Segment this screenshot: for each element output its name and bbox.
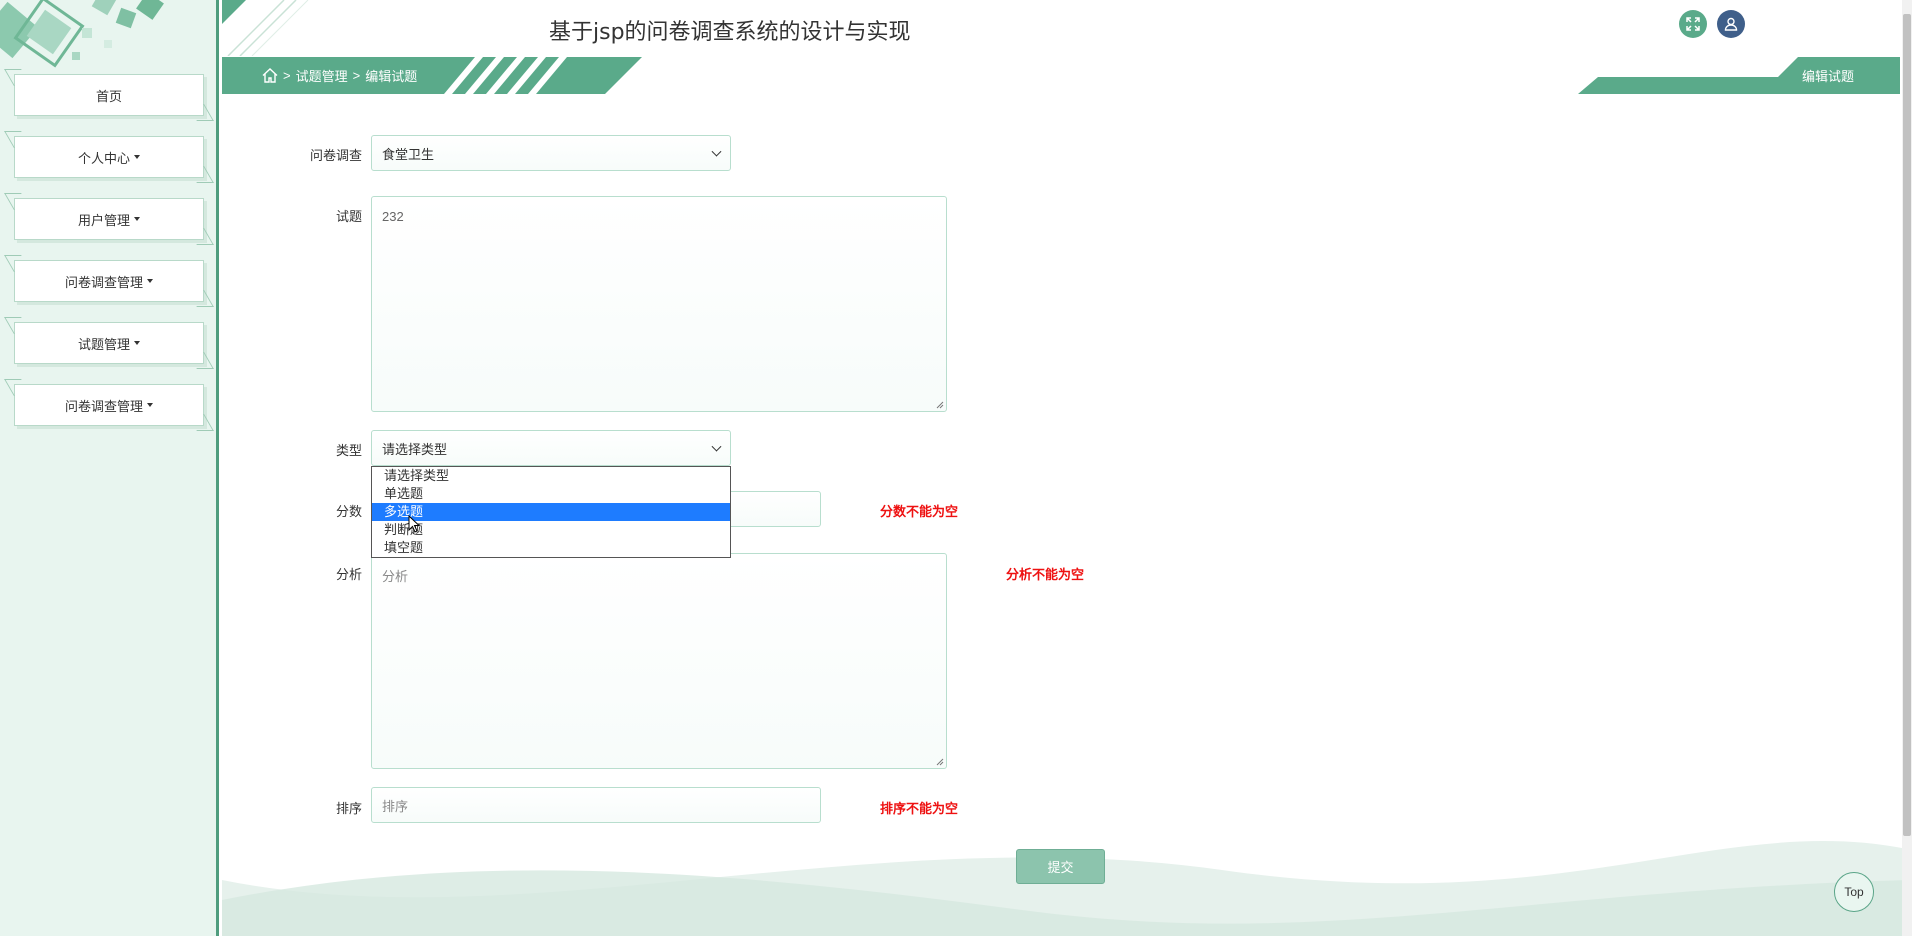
order-placeholder: 排序 xyxy=(382,798,409,814)
sidebar-item-label: 问卷调查管理 xyxy=(64,398,143,414)
breadcrumb-separator: > xyxy=(352,68,361,83)
corner-decoration xyxy=(4,193,31,210)
caret-down-icon xyxy=(134,341,140,345)
corner-decoration xyxy=(187,414,214,431)
sidebar: 首页 个人中心 用户管理 问卷调查管理 试题管理 问卷调查管理 xyxy=(0,0,219,936)
back-to-top-button[interactable]: Top xyxy=(1834,872,1874,912)
fullscreen-button[interactable] xyxy=(1679,10,1707,38)
scrollbar-thumb[interactable] xyxy=(1903,14,1911,836)
caret-down-icon xyxy=(134,217,140,221)
question-textarea[interactable]: 232 xyxy=(371,196,947,412)
app-title: 基于jsp的问卷调查系统的设计与实现 xyxy=(549,20,911,45)
sidebar-item-label: 用户管理 xyxy=(77,212,130,228)
question-label: 试题 xyxy=(335,209,362,224)
order-label: 排序 xyxy=(335,801,362,816)
type-label: 类型 xyxy=(335,443,362,458)
sidebar-item-label: 问卷调查管理 xyxy=(64,274,143,290)
order-input[interactable]: 排序 xyxy=(371,787,821,823)
sidebar-item-label: 试题管理 xyxy=(77,336,130,352)
sidebar-item-personal-center[interactable]: 个人中心 xyxy=(4,131,214,183)
score-label: 分数 xyxy=(335,504,362,519)
sidebar-item-home[interactable]: 首页 xyxy=(4,69,214,121)
mouse-cursor-icon xyxy=(408,515,420,533)
sidebar-item-user-management[interactable]: 用户管理 xyxy=(4,193,214,245)
resize-grip-icon[interactable] xyxy=(936,401,944,409)
home-icon[interactable] xyxy=(262,68,278,83)
header-stripe-decoration xyxy=(222,0,309,56)
corner-decoration xyxy=(4,131,31,148)
analysis-textarea[interactable]: 分析 xyxy=(371,553,947,769)
breadcrumb-current: 编辑试题 xyxy=(365,69,418,84)
type-option[interactable]: 请选择类型 xyxy=(372,467,730,485)
user-button[interactable] xyxy=(1717,10,1745,38)
survey-label: 问卷调查 xyxy=(309,148,362,163)
type-select-value: 请选择类型 xyxy=(382,441,448,457)
type-dropdown-list: 请选择类型 单选题 多选题 判断题 填空题 xyxy=(371,466,731,558)
corner-decoration xyxy=(4,317,31,334)
user-icon xyxy=(1724,17,1738,31)
caret-down-icon xyxy=(147,403,153,407)
type-option[interactable]: 判断题 xyxy=(372,521,730,539)
sidebar-item-label: 首页 xyxy=(95,88,122,104)
sidebar-item-label: 个人中心 xyxy=(77,150,130,166)
corner-decoration xyxy=(187,290,214,307)
caret-down-icon xyxy=(134,155,140,159)
breadcrumb-question-management[interactable]: 试题管理 xyxy=(296,66,348,85)
chevron-down-icon xyxy=(711,441,722,452)
corner-decoration xyxy=(187,228,214,245)
question-value: 232 xyxy=(382,209,404,224)
survey-select[interactable]: 食堂卫生 xyxy=(371,135,731,171)
page-title: 编辑试题 xyxy=(1802,69,1855,84)
type-option-highlighted[interactable]: 多选题 xyxy=(372,503,730,521)
sidebar-item-survey-management[interactable]: 问卷调查管理 xyxy=(4,255,214,307)
corner-decoration xyxy=(187,352,214,369)
corner-decoration xyxy=(4,255,31,272)
survey-select-value: 食堂卫生 xyxy=(382,146,435,162)
sidebar-item-question-management[interactable]: 试题管理 xyxy=(4,317,214,369)
breadcrumb: > 试题管理 > 编辑试题 xyxy=(262,66,417,85)
caret-down-icon xyxy=(147,279,153,283)
submit-button[interactable]: 提交 xyxy=(1016,849,1105,884)
score-error: 分数不能为空 xyxy=(880,504,959,519)
type-select[interactable]: 请选择类型 xyxy=(371,430,731,466)
sidebar-item-survey-management-2[interactable]: 问卷调查管理 xyxy=(4,379,214,431)
resize-grip-icon[interactable] xyxy=(936,758,944,766)
corner-decoration xyxy=(4,379,31,396)
analysis-placeholder: 分析 xyxy=(382,569,409,584)
order-error: 排序不能为空 xyxy=(880,801,959,816)
type-option[interactable]: 单选题 xyxy=(372,485,730,503)
analysis-error: 分析不能为空 xyxy=(1006,567,1085,582)
breadcrumb-separator: > xyxy=(283,68,291,83)
analysis-label: 分析 xyxy=(335,567,362,582)
chevron-down-icon xyxy=(711,146,722,157)
sidebar-decoration xyxy=(0,0,164,68)
corner-decoration xyxy=(187,166,214,183)
corner-decoration xyxy=(187,104,214,121)
type-option[interactable]: 填空题 xyxy=(372,539,730,557)
expand-icon xyxy=(1686,17,1700,31)
